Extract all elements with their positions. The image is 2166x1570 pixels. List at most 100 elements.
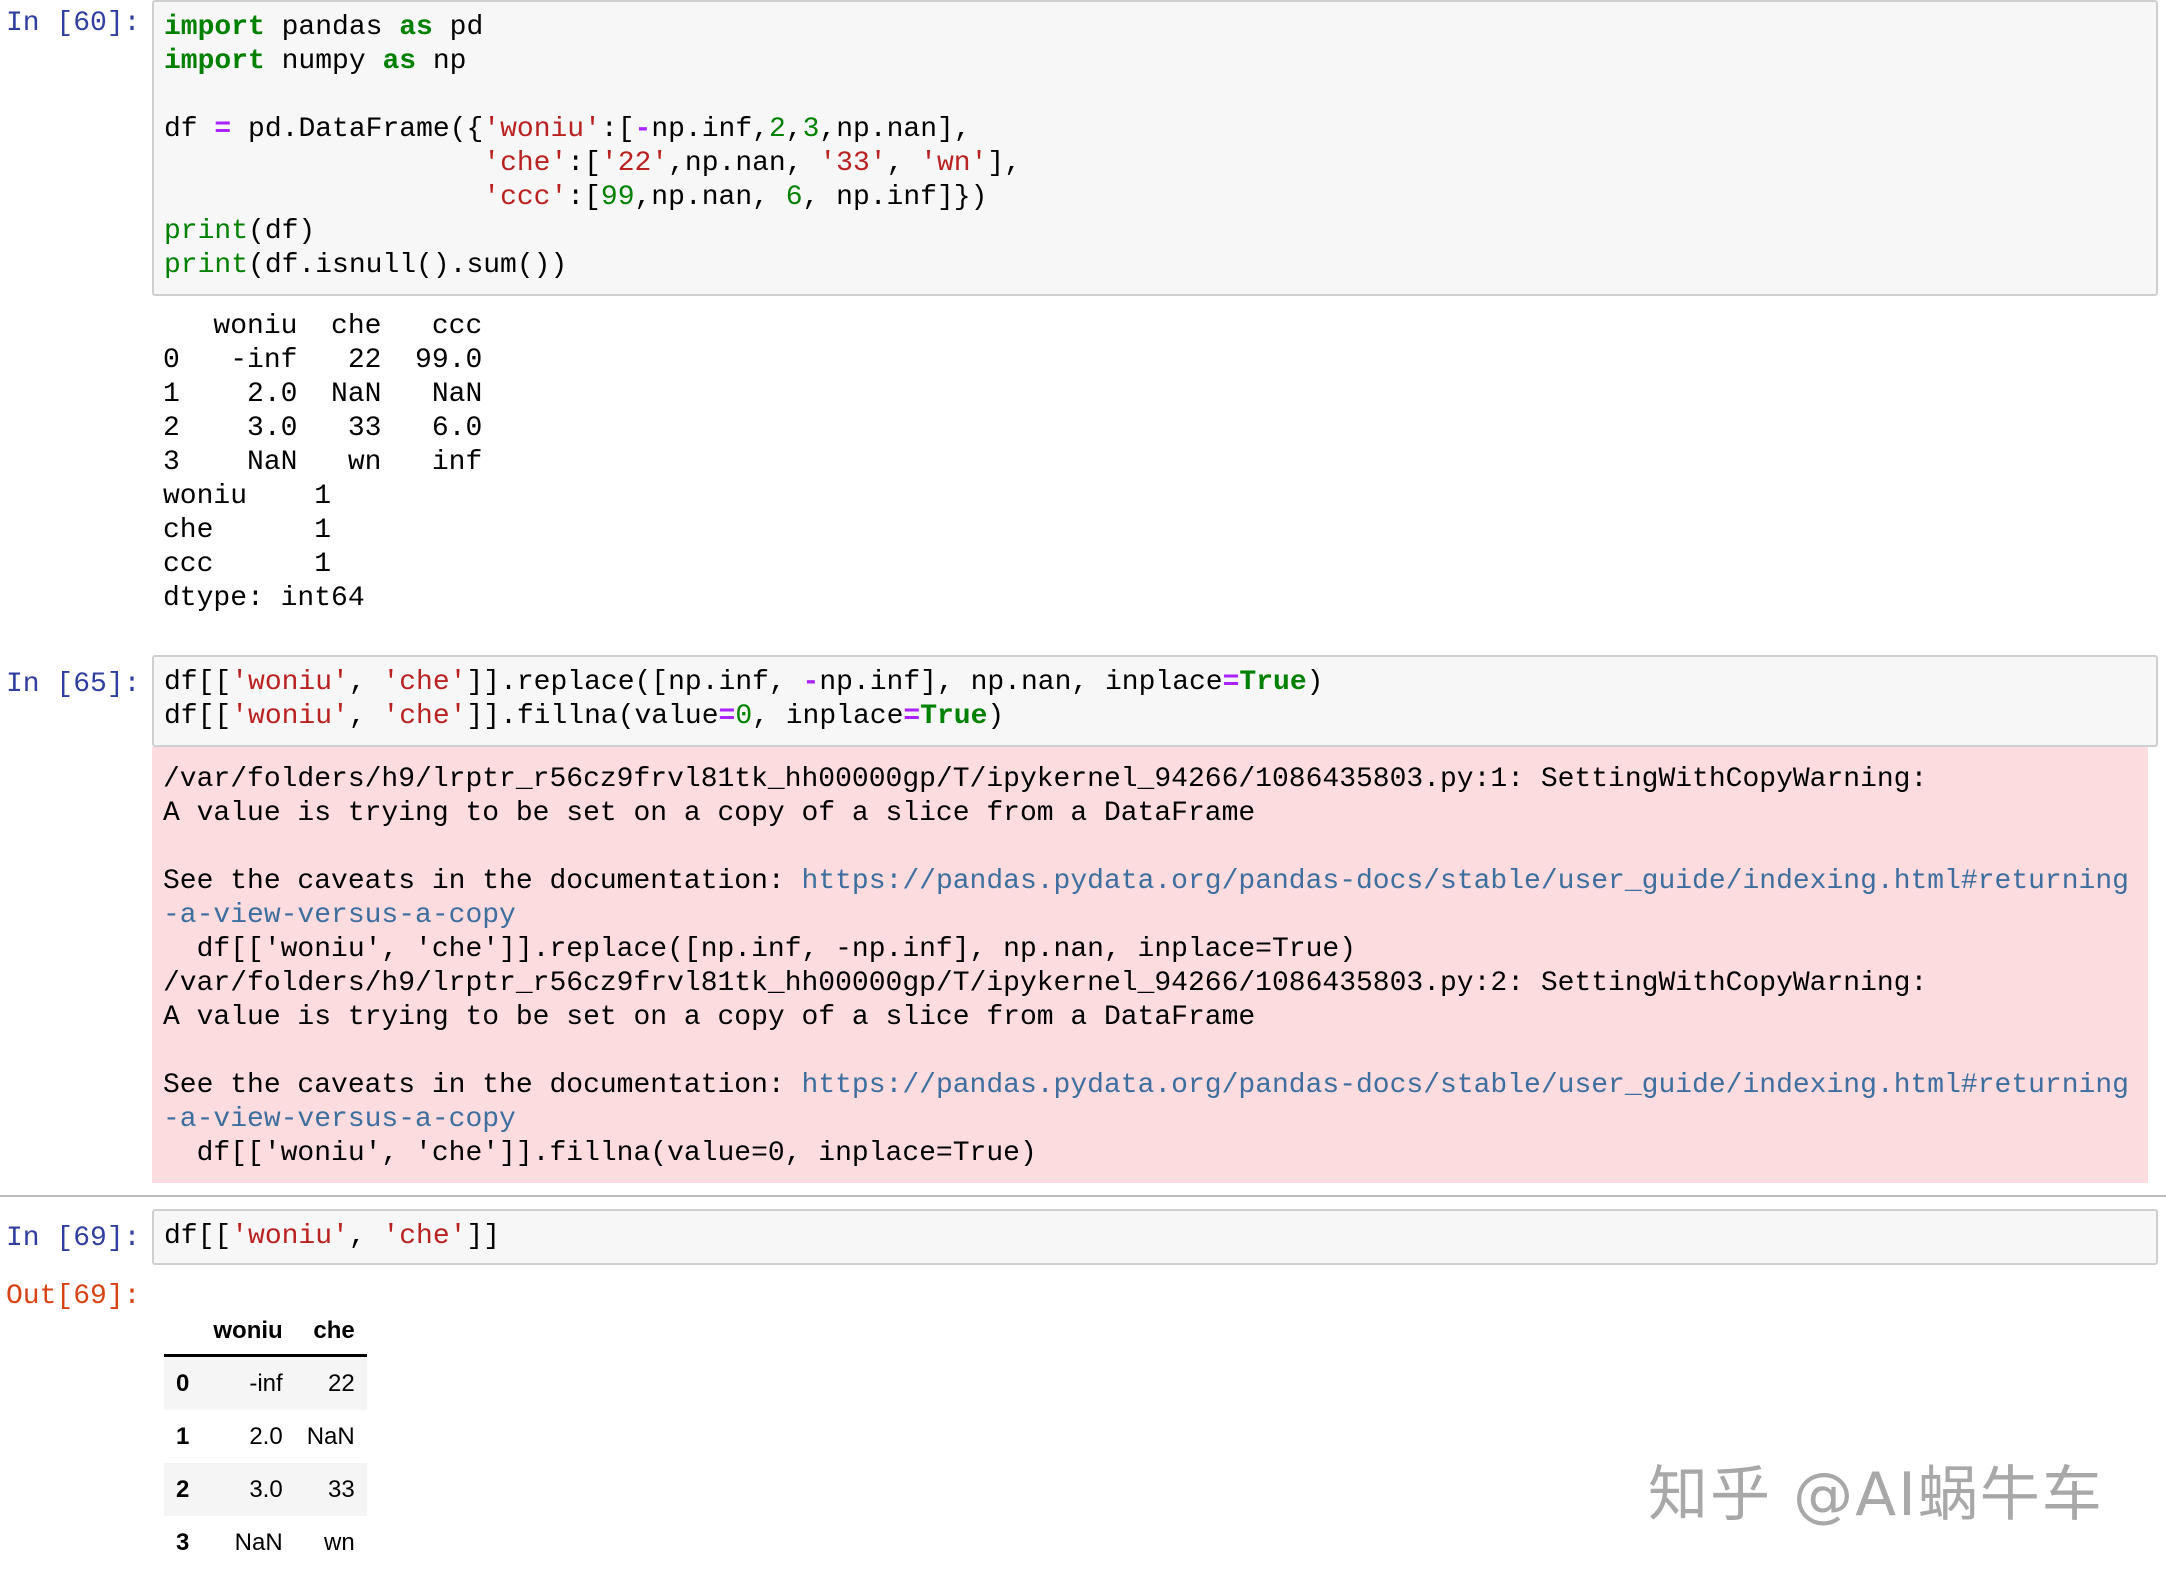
- code-token: as: [382, 46, 417, 77]
- code-token: ,np.nan],: [819, 114, 971, 145]
- code-line: -a-view-versus-a-copy: [163, 1103, 2148, 1137]
- output-line: 0 -inf 22 99.0: [163, 345, 483, 376]
- code-token: /var/folders/h9/lrptr_r56cz9frvl81tk_hh0…: [163, 764, 1928, 795]
- code-line: df = pd.DataFrame({'woniu':[-np.inf,2,3,…: [164, 113, 2156, 147]
- code-token: np.inf], np.nan, inplace: [819, 667, 1223, 698]
- row-index: 0: [176, 1369, 190, 1397]
- table-header-row: woniu che: [164, 1308, 367, 1357]
- code-line: df[['woniu', 'che']].replace([np.inf, -n…: [163, 933, 2148, 967]
- code-token: 'che': [382, 1221, 467, 1252]
- output-line: dtype: int64: [163, 583, 365, 614]
- code-token: ,: [348, 701, 383, 732]
- code-token: 0: [735, 701, 753, 732]
- code-token: ]].fillna(value: [466, 701, 719, 732]
- code-token: ],: [987, 148, 1021, 179]
- cell-output-stdout: woniu che ccc 0 -inf 22 99.0 1 2.0 NaN NaN…: [163, 310, 482, 616]
- code-token: 'che': [382, 667, 467, 698]
- cell-woniu: 2.0: [249, 1422, 283, 1450]
- documentation-link[interactable]: https://pandas.pydata.org/pandas-docs/st…: [802, 1070, 2129, 1101]
- cell-woniu: NaN: [234, 1528, 283, 1556]
- code-token: ): [1306, 667, 1324, 698]
- code-token: pd.DataFrame({: [231, 114, 484, 145]
- code-token: 'wn': [920, 148, 988, 179]
- table-row: 0 -inf 22: [164, 1355, 367, 1410]
- cell-separator: [0, 1195, 2166, 1197]
- code-token: True: [920, 701, 988, 732]
- code-token: df[['woniu', 'che']].fillna(value=0, inp…: [163, 1138, 1037, 1169]
- output-prompt: Out[69]:: [6, 1281, 141, 1312]
- dataframe-output-table: woniu che 0 -inf 22 1 2.0 NaN 2 3.0 33 3…: [164, 1308, 367, 1569]
- code-token: 'woniu': [231, 701, 349, 732]
- output-line: 2 3.0 33 6.0: [163, 413, 483, 444]
- code-token: A value is trying to be set on a copy of…: [163, 1002, 1256, 1033]
- code-token: =: [214, 114, 232, 145]
- code-line: df[['woniu', 'che']].fillna(value=0, inp…: [164, 700, 2156, 734]
- code-token: df[[: [164, 701, 232, 732]
- code-token: 3: [802, 114, 820, 145]
- code-token: =: [1222, 667, 1240, 698]
- code-token: :[: [567, 182, 601, 213]
- cell-che: 33: [328, 1475, 355, 1503]
- code-token: ,: [348, 1221, 383, 1252]
- input-prompt: In [65]:: [6, 669, 141, 700]
- documentation-link[interactable]: https://pandas.pydata.org/pandas-docs/st…: [802, 866, 2129, 897]
- code-token: ,np.nan,: [634, 182, 786, 213]
- code-token: 'woniu': [231, 667, 349, 698]
- index-header: [164, 1308, 202, 1357]
- output-line: woniu che ccc: [163, 311, 483, 342]
- row-index: 1: [176, 1422, 190, 1450]
- code-cell-editor[interactable]: df[['woniu', 'che']].replace([np.inf, -n…: [152, 655, 2158, 747]
- cell-che: NaN: [306, 1422, 355, 1450]
- code-cell-editor[interactable]: import pandas as pd import numpy as np df …: [152, 0, 2158, 296]
- code-token: 6: [785, 182, 803, 213]
- code-cell-editor[interactable]: df[['woniu', 'che']]: [152, 1209, 2158, 1265]
- row-index: 3: [176, 1528, 190, 1556]
- code-token: df: [164, 114, 215, 145]
- output-line: ccc 1: [163, 549, 332, 580]
- code-token: pd: [432, 12, 484, 43]
- table-row: 3 NaN wn: [164, 1516, 367, 1569]
- code-token: print: [164, 250, 249, 281]
- code-line: /var/folders/h9/lrptr_r56cz9frvl81tk_hh0…: [163, 763, 2148, 797]
- cell-woniu: 3.0: [249, 1475, 283, 1503]
- code-line: See the caveats in the documentation: ht…: [163, 865, 2148, 899]
- column-header-che: che: [294, 1308, 367, 1357]
- documentation-link[interactable]: -a-view-versus-a-copy: [163, 1104, 516, 1135]
- code-token: 'ccc': [483, 182, 568, 213]
- cell-woniu: -inf: [249, 1369, 283, 1397]
- code-line: df[['woniu', 'che']].fillna(value=0, inp…: [163, 1137, 2148, 1171]
- table-row: 1 2.0 NaN: [164, 1410, 367, 1463]
- code-token: /var/folders/h9/lrptr_r56cz9frvl81tk_hh0…: [163, 968, 1928, 999]
- code-token: print: [164, 216, 249, 247]
- code-token: ,: [348, 667, 383, 698]
- code-line: 'ccc':[99,np.nan, 6, np.inf]}): [164, 181, 2156, 215]
- code-token: np: [416, 46, 467, 77]
- code-line: /var/folders/h9/lrptr_r56cz9frvl81tk_hh0…: [163, 967, 2148, 1001]
- code-line: df[['woniu', 'che']].replace([np.inf, -n…: [164, 666, 2156, 700]
- code-token: ): [987, 701, 1005, 732]
- code-token: import: [164, 46, 265, 77]
- code-token: See the caveats in the documentation:: [163, 1070, 802, 1101]
- code-line: See the caveats in the documentation: ht…: [163, 1069, 2148, 1103]
- table-row: 2 3.0 33: [164, 1463, 367, 1516]
- code-token: '22': [600, 148, 669, 179]
- output-line: 1 2.0 NaN NaN: [163, 379, 483, 410]
- code-line: print(df.isnull().sum()): [164, 249, 2156, 283]
- code-line: print(df): [164, 215, 2156, 249]
- code-token: ,: [785, 114, 803, 145]
- documentation-link[interactable]: -a-view-versus-a-copy: [163, 900, 516, 931]
- code-token: , inplace: [752, 701, 904, 732]
- code-token: =: [903, 701, 921, 732]
- code-line: df[['woniu', 'che']]: [164, 1220, 2156, 1254]
- code-token: :[: [567, 148, 601, 179]
- output-line: 3 NaN wn inf: [163, 447, 483, 478]
- code-token: , np.inf]}): [802, 182, 988, 213]
- cell-che: wn: [324, 1528, 355, 1556]
- code-line: import pandas as pd: [164, 11, 2156, 45]
- code-token: A value is trying to be set on a copy of…: [163, 798, 1256, 829]
